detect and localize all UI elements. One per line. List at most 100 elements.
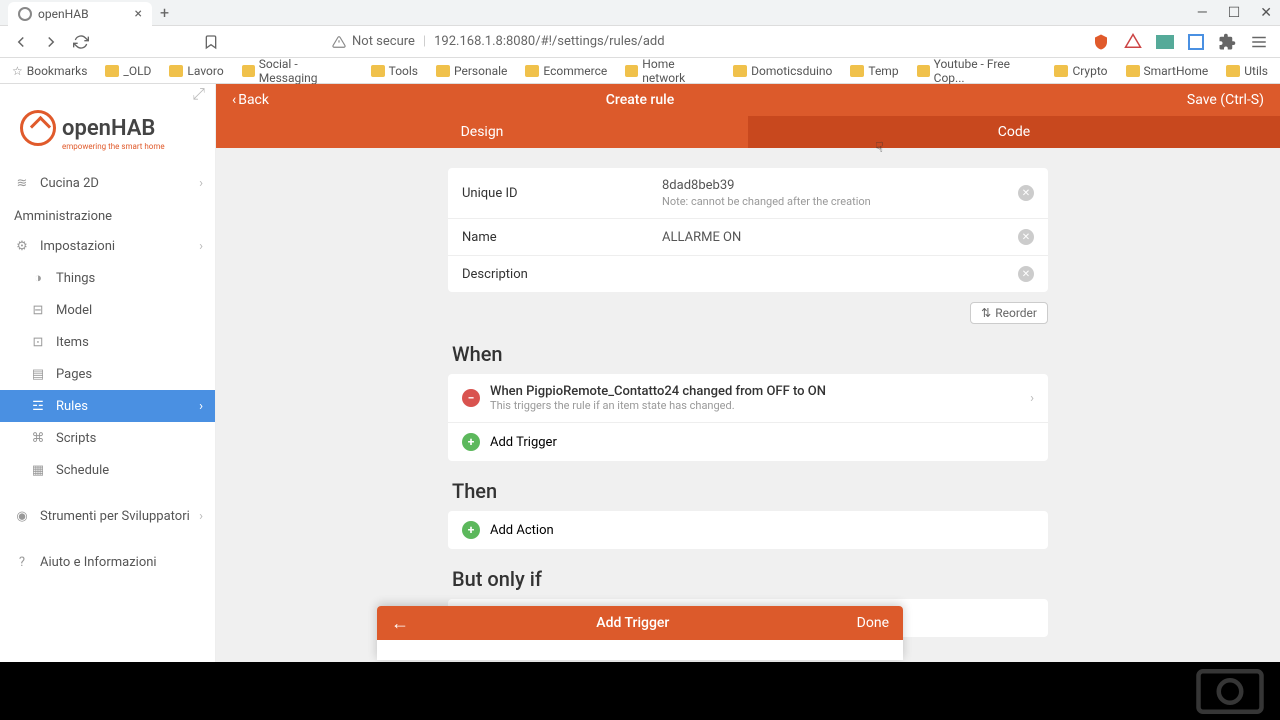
trigger-sub: This triggers the rule if an item state … <box>490 399 1030 412</box>
sidebar-item-devtools[interactable]: ◉ Strumenti per Sviluppatori <box>0 500 215 532</box>
folder-icon <box>169 65 183 77</box>
tab-design[interactable]: Design <box>216 116 748 148</box>
brave-shield-icon[interactable] <box>1092 33 1110 51</box>
gear-icon: ⚙ <box>14 238 30 254</box>
browser-url-bar: Not secure | 192.168.1.8:8080/#!/setting… <box>0 26 1280 58</box>
sidebar-item-cucina[interactable]: ≋ Cucina 2D <box>0 167 215 199</box>
folder-icon <box>371 65 385 77</box>
bookmark-lavoro[interactable]: Lavoro <box>169 64 223 78</box>
sidebar-item-schedule[interactable]: ▦ Schedule <box>0 454 215 486</box>
bookmark-domoticsduino[interactable]: Domoticsduino <box>733 64 832 78</box>
nav-forward-icon[interactable] <box>42 33 60 51</box>
popup-title: Add Trigger <box>409 615 857 631</box>
minimize-icon[interactable]: — <box>1197 5 1208 21</box>
nav-back-icon[interactable] <box>12 33 30 51</box>
bookmark-page-icon[interactable] <box>202 33 220 51</box>
tree-icon: ⊟ <box>30 302 46 318</box>
sidebar-item-model[interactable]: ⊟ Model <box>0 294 215 326</box>
bookmark-utils[interactable]: Utils <box>1226 64 1268 78</box>
sidebar-item-label: Cucina 2D <box>40 176 99 191</box>
reorder-button[interactable]: ⇅ Reorder <box>970 302 1048 324</box>
desc-label: Description <box>462 267 662 282</box>
name-value[interactable]: ALLARME ON <box>662 230 1018 245</box>
folder-icon <box>525 65 539 77</box>
tab-code[interactable]: Code <box>748 116 1280 148</box>
popup-back-icon[interactable]: ← <box>391 613 409 634</box>
list-icon: ☲ <box>30 398 46 414</box>
toggle-icon: ⊡ <box>30 334 46 350</box>
back-label: Back <box>238 92 269 108</box>
shield-icon: ◉ <box>14 508 30 524</box>
brave-rewards-icon[interactable] <box>1124 33 1142 51</box>
bookmark-social[interactable]: Social - Messaging <box>242 57 353 85</box>
add-icon: + <box>462 521 480 539</box>
warning-icon <box>332 35 346 49</box>
pin-icon[interactable]: ⤢ <box>192 84 205 102</box>
sidebar-item-pages[interactable]: ▤ Pages <box>0 358 215 390</box>
close-tab-icon[interactable]: × <box>135 6 142 22</box>
bookmark-old[interactable]: _OLD <box>105 64 151 78</box>
bookmark-home-network[interactable]: Home network <box>625 57 715 85</box>
sidebar-item-label: Impostazioni <box>40 239 115 254</box>
clear-icon[interactable]: ✕ <box>1018 266 1034 282</box>
clear-icon[interactable]: ✕ <box>1018 229 1034 245</box>
video-bottom-bar <box>0 662 1280 720</box>
sidebar-item-things[interactable]: ◑ Things <box>0 262 215 294</box>
folder-icon <box>625 65 638 77</box>
bookmark-tools[interactable]: Tools <box>371 64 418 78</box>
sidebar: ⤢ openHAB empowering the smart home ≋ Cu… <box>0 84 216 718</box>
remove-icon[interactable]: − <box>462 389 480 407</box>
ext-icon-1[interactable] <box>1156 35 1174 49</box>
sidebar-item-label: Model <box>56 303 92 318</box>
add-trigger-popup: ← Add Trigger Done <box>377 606 903 660</box>
sidebar-item-items[interactable]: ⊡ Items <box>0 326 215 358</box>
add-action-item[interactable]: + Add Action <box>448 511 1048 549</box>
extensions-icon[interactable] <box>1218 33 1236 51</box>
add-action-label: Add Action <box>490 523 1034 538</box>
security-label: Not secure <box>352 34 415 49</box>
popup-body <box>377 640 903 660</box>
reload-icon[interactable] <box>72 33 90 51</box>
trigger-item[interactable]: − When PigpioRemote_Contatto24 changed f… <box>448 374 1048 423</box>
bookmark-personale[interactable]: Personale <box>436 64 507 78</box>
folder-icon <box>105 65 119 77</box>
maximize-icon[interactable]: ☐ <box>1228 5 1241 21</box>
popup-done-button[interactable]: Done <box>857 615 889 631</box>
new-tab-button[interactable]: + <box>160 3 169 22</box>
sidebar-item-scripts[interactable]: ⌘ Scripts <box>0 422 215 454</box>
bookmark-smarthome[interactable]: SmartHome <box>1126 64 1209 78</box>
tab-title: openHAB <box>38 7 89 21</box>
save-button[interactable]: Save (Ctrl-S) <box>1187 92 1264 108</box>
bookmark-ecommerce[interactable]: Ecommerce <box>525 64 607 78</box>
sidebar-item-label: Strumenti per Sviluppatori <box>40 509 190 524</box>
bookmark-youtube[interactable]: Youtube - Free Cop... <box>917 57 1037 85</box>
add-trigger-label: Add Trigger <box>490 435 1034 450</box>
name-label: Name <box>462 230 662 245</box>
browser-tab-strip: openHAB × + — ☐ ✕ <box>0 0 1280 26</box>
page-icon: ▤ <box>30 366 46 382</box>
close-window-icon[interactable]: ✕ <box>1260 5 1272 21</box>
sidebar-item-help[interactable]: ? Aiuto e Informazioni <box>0 546 215 578</box>
calendar-icon: ▦ <box>30 462 46 478</box>
ext-icon-2[interactable] <box>1188 34 1204 50</box>
folder-icon <box>1054 65 1068 77</box>
bookmark-crypto[interactable]: Crypto <box>1054 64 1107 78</box>
trigger-title: When PigpioRemote_Contatto24 changed fro… <box>490 384 1030 399</box>
bookmark-temp[interactable]: Temp <box>850 64 898 78</box>
menu-icon[interactable] <box>1250 33 1268 51</box>
sidebar-item-impostazioni[interactable]: ⚙ Impostazioni <box>0 230 215 262</box>
folder-icon <box>436 65 450 77</box>
bookmark-all[interactable]: ☆Bookmarks <box>12 64 87 78</box>
uid-value[interactable]: 8dad8beb39 <box>662 178 1018 193</box>
add-trigger-item[interactable]: + Add Trigger <box>448 423 1048 461</box>
popup-header: ← Add Trigger Done <box>377 606 903 640</box>
folder-icon <box>242 65 255 77</box>
browser-tab[interactable]: openHAB × <box>8 2 152 26</box>
logo-text: openHAB <box>62 116 155 141</box>
url-area[interactable]: Not secure | 192.168.1.8:8080/#!/setting… <box>332 34 1080 49</box>
back-button[interactable]: ‹ Back <box>232 92 269 108</box>
clear-icon[interactable]: ✕ <box>1018 185 1034 201</box>
sidebar-item-rules[interactable]: ☲ Rules <box>0 390 215 422</box>
layers-icon: ≋ <box>14 175 30 191</box>
tabs-row: Design Code <box>216 116 1280 148</box>
